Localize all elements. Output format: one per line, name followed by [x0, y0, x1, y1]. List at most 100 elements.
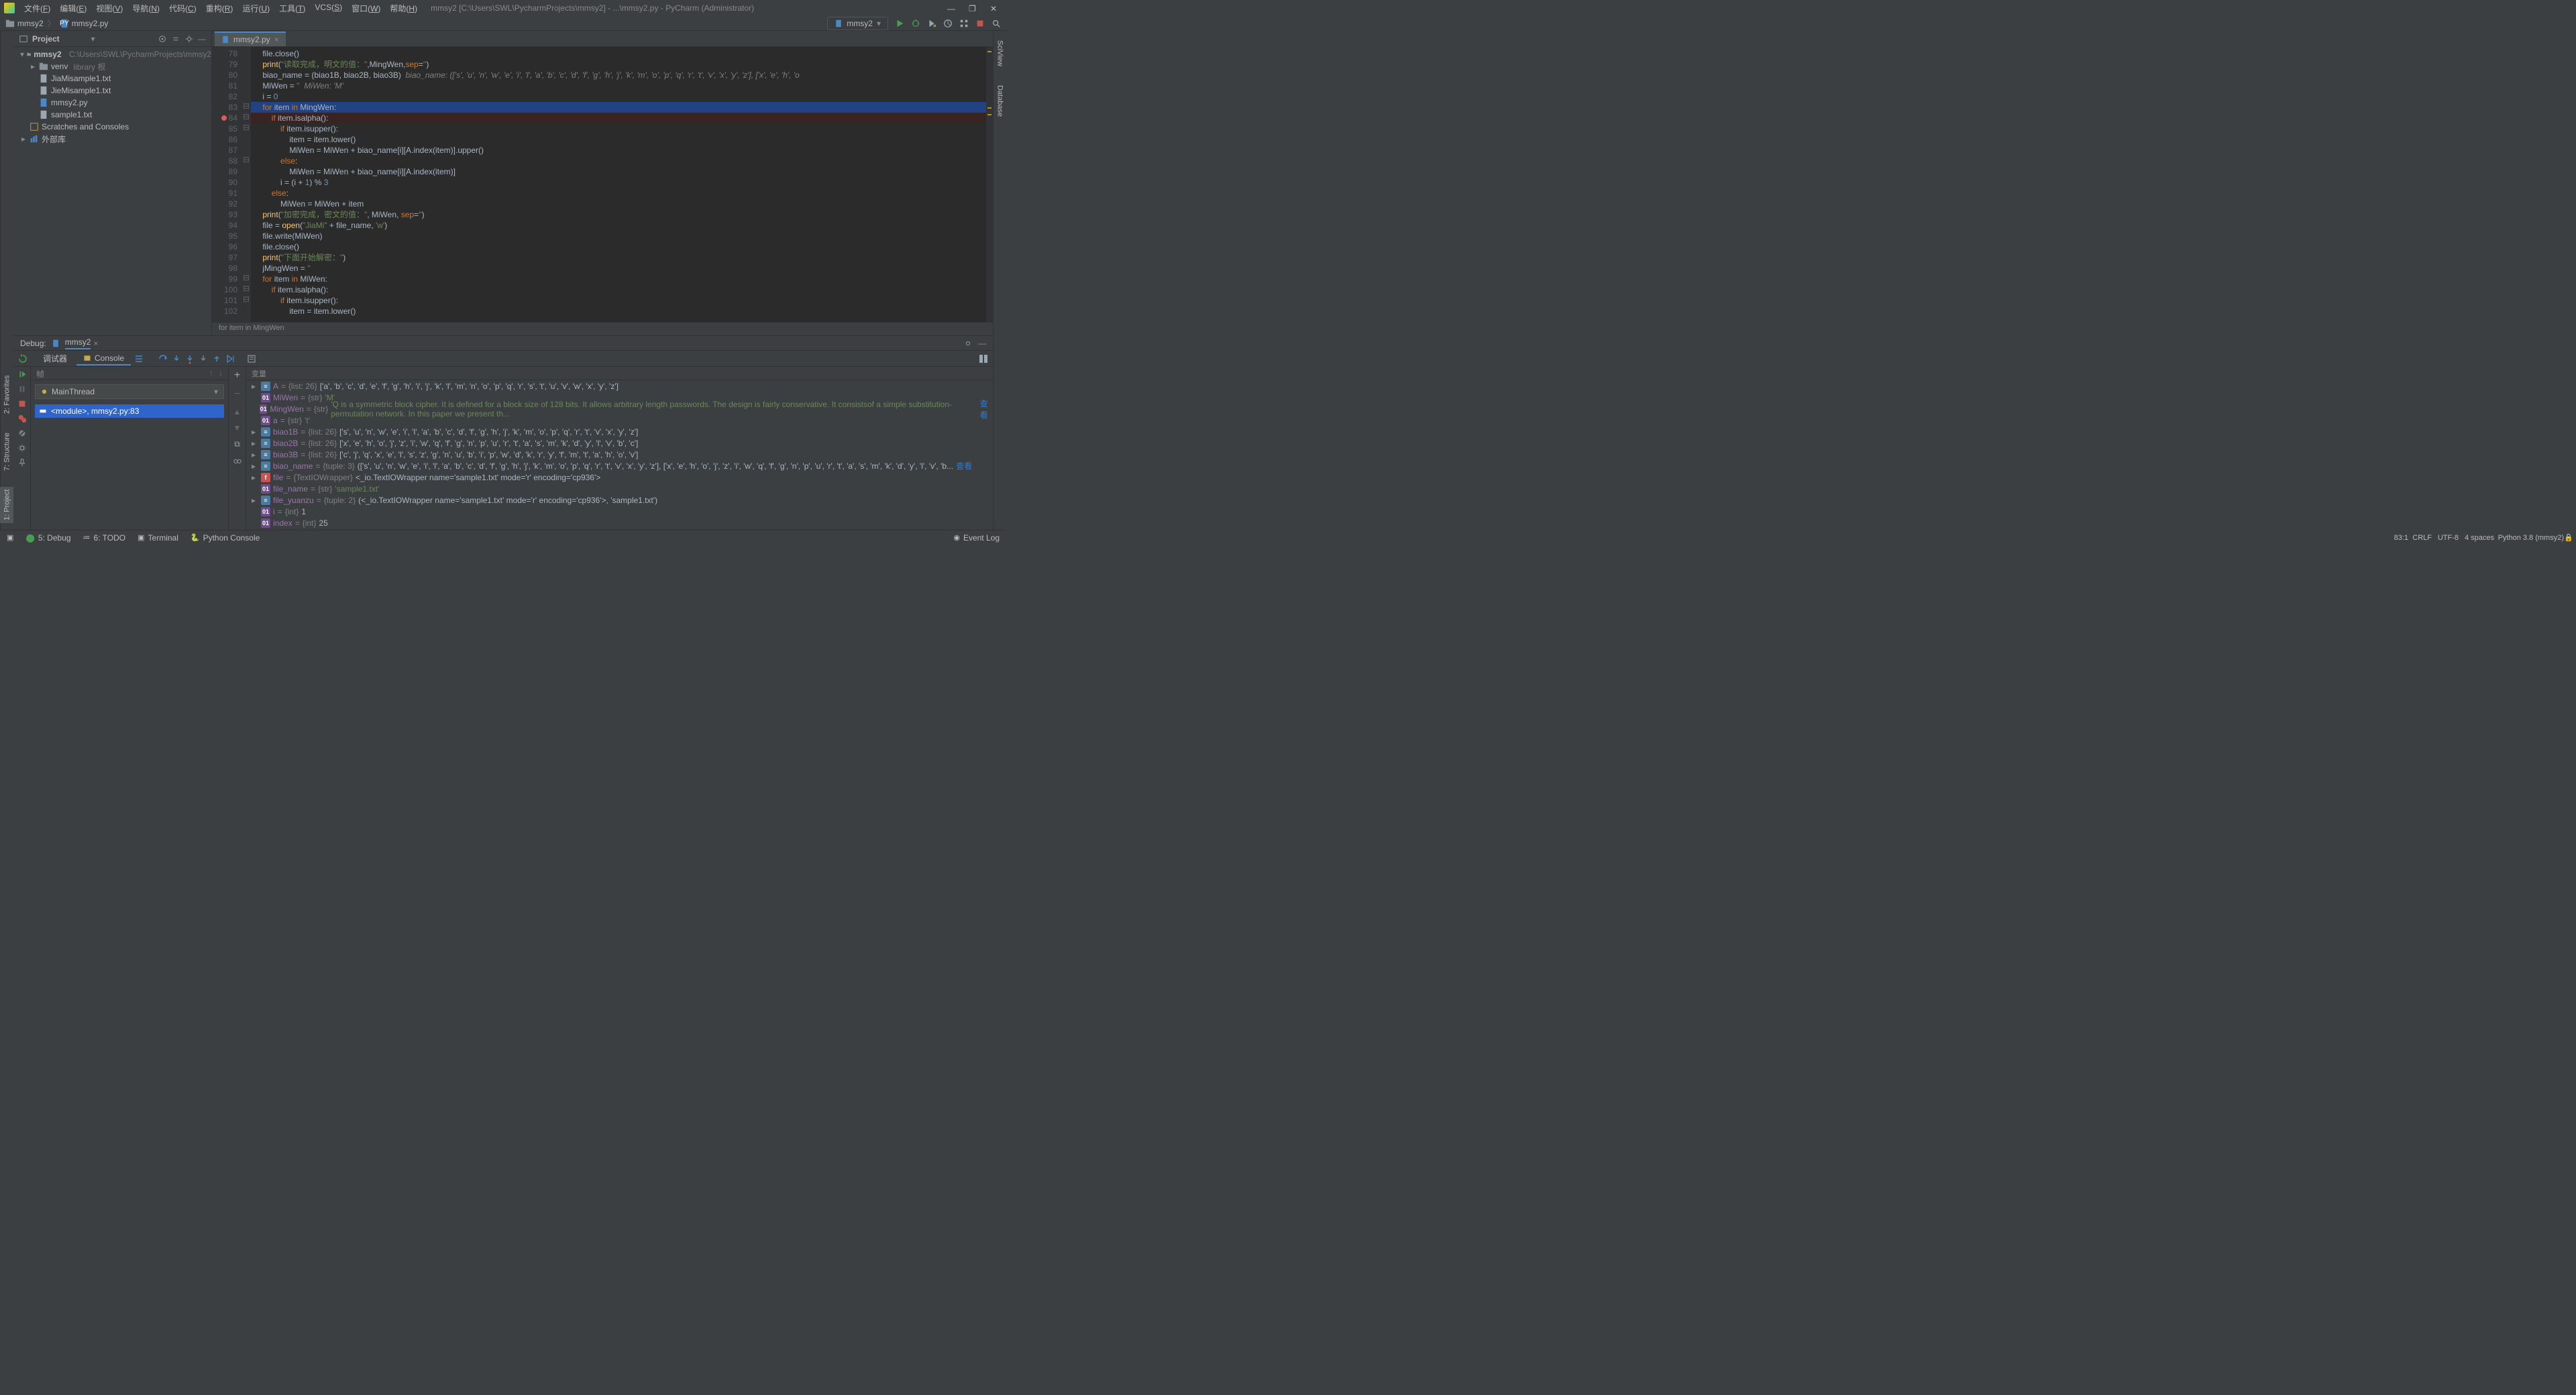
structure-tool-button[interactable]: 7: Structure: [1, 430, 14, 473]
settings-icon[interactable]: [17, 443, 27, 453]
cursor-position[interactable]: 83:1: [2394, 534, 2408, 542]
minimize-button[interactable]: —: [947, 4, 955, 12]
menu-item[interactable]: 重构(R): [202, 1, 237, 15]
add-watch-icon[interactable]: +: [234, 370, 240, 382]
event-log-button[interactable]: ◉ Event Log: [953, 533, 1000, 543]
close-tab-icon[interactable]: ×: [274, 35, 279, 44]
project-tool-button[interactable]: 1: Project: [1, 487, 14, 523]
sciview-tool-button[interactable]: SciView: [994, 38, 1007, 69]
stop-button[interactable]: [975, 19, 985, 28]
step-into-button[interactable]: [171, 353, 182, 364]
variable-row[interactable]: ▸≡ biao_name = {tuple: 3} (['s', 'u', 'n…: [246, 460, 993, 471]
pause-button[interactable]: [17, 384, 27, 394]
target-icon[interactable]: [158, 34, 167, 44]
database-tool-button[interactable]: Database: [994, 82, 1007, 119]
step-into-my-code-button[interactable]: [184, 353, 195, 364]
variable-row[interactable]: ▸≡ file_yuanzu = {tuple: 2} (<_io.TextIO…: [246, 494, 993, 506]
threads-icon[interactable]: [133, 353, 144, 364]
breadcrumb-file[interactable]: PY mmsy2.py: [60, 19, 109, 28]
todo-tool-button[interactable]: ≔ 6: TODO: [83, 533, 126, 543]
hide-button[interactable]: —: [198, 34, 206, 44]
thread-selector[interactable]: MainThread ▾: [35, 384, 224, 399]
python-console-tool-button[interactable]: 🐍 Python Console: [191, 533, 260, 543]
variable-row[interactable]: 01 i = {int} 1: [246, 506, 993, 517]
collapse-icon[interactable]: [171, 34, 180, 44]
tree-row[interactable]: mmsy2.py: [13, 97, 211, 109]
resume-button[interactable]: [17, 370, 27, 379]
error-stripe[interactable]: [986, 47, 993, 322]
view-breakpoints-button[interactable]: [17, 414, 27, 423]
hide-button[interactable]: —: [978, 339, 986, 348]
profile-button[interactable]: [943, 19, 953, 28]
close-button[interactable]: ✕: [990, 4, 998, 12]
debug-tool-button[interactable]: ⬤ 5: Debug: [25, 533, 70, 543]
variable-row[interactable]: 01 file_name = {str} 'sample1.txt': [246, 483, 993, 494]
variable-row[interactable]: 01 item = {str} 'q': [246, 528, 993, 530]
encoding[interactable]: UTF-8: [2438, 534, 2459, 542]
menu-item[interactable]: 工具(T): [275, 1, 309, 15]
editor-breadcrumb[interactable]: for item in MingWen: [212, 322, 993, 335]
layout-settings-icon[interactable]: [978, 353, 989, 364]
gear-icon[interactable]: [963, 339, 973, 348]
tree-row[interactable]: ▸venvlibrary 根: [13, 60, 211, 72]
variable-row[interactable]: 01 index = {int} 25: [246, 517, 993, 528]
mute-breakpoints-button[interactable]: [17, 429, 27, 438]
copy-icon[interactable]: ⧉: [234, 439, 240, 449]
force-step-into-button[interactable]: [198, 353, 209, 364]
step-over-button[interactable]: [158, 353, 168, 364]
tree-row[interactable]: Scratches and Consoles: [13, 121, 211, 133]
tree-row[interactable]: sample1.txt: [13, 109, 211, 121]
tree-row[interactable]: ▸外部库: [13, 133, 211, 145]
stack-frame[interactable]: <module>, mmsy2.py:83: [35, 404, 224, 418]
concurrency-button[interactable]: [959, 19, 969, 28]
variable-row[interactable]: ▸≡ biao1B = {list: 26} ['s', 'u', 'n', '…: [246, 426, 993, 437]
menu-item[interactable]: VCS(S): [311, 1, 346, 15]
variable-row[interactable]: ▸f file = {TextIOWrapper} <_io.TextIOWra…: [246, 471, 993, 483]
variable-row[interactable]: ▸≡ biao2B = {list: 26} ['x', 'e', 'h', '…: [246, 437, 993, 449]
debugger-tab[interactable]: 调试器: [36, 351, 74, 366]
stop-button[interactable]: [17, 399, 27, 408]
menu-item[interactable]: 视图(V): [92, 1, 127, 15]
favorites-tool-button[interactable]: 2: Favorites: [1, 372, 14, 416]
editor-tab-mmsy2[interactable]: mmsy2.py ×: [215, 32, 286, 46]
up-icon[interactable]: ▲: [233, 407, 241, 416]
variable-row[interactable]: 01 MingWen = {str} 'Q is a symmetric blo…: [246, 403, 993, 414]
menu-item[interactable]: 代码(C): [165, 1, 201, 15]
variable-row[interactable]: ▸≡ biao3B = {list: 26} ['c', 'j', 'q', '…: [246, 449, 993, 460]
next-frame-icon[interactable]: ↓: [219, 368, 223, 378]
project-tree[interactable]: ▾mmsy2 C:\Users\SWL\PycharmProjects\mmsy…: [13, 47, 211, 335]
console-tab[interactable]: Console: [76, 352, 131, 366]
search-everywhere-button[interactable]: [991, 19, 1001, 28]
variables-pane[interactable]: 变量 ▸≡ A = {list: 26} ['a', 'b', 'c', 'd'…: [246, 367, 993, 530]
debug-button[interactable]: [911, 19, 920, 28]
menu-item[interactable]: 编辑(E): [56, 1, 91, 15]
down-icon[interactable]: ▼: [233, 423, 241, 433]
menu-item[interactable]: 帮助(H): [386, 1, 421, 15]
run-to-cursor-button[interactable]: [225, 353, 235, 364]
terminal-tool-button[interactable]: ▣ Terminal: [138, 533, 178, 543]
run-config-selector[interactable]: mmsy2 ▾: [827, 17, 888, 30]
close-icon[interactable]: ×: [93, 339, 98, 348]
step-out-button[interactable]: [211, 353, 222, 364]
run-with-coverage-button[interactable]: [927, 19, 936, 28]
pin-icon[interactable]: [17, 458, 27, 467]
lock-icon[interactable]: 🔒: [2564, 533, 2573, 542]
tree-row[interactable]: JieMisample1.txt: [13, 85, 211, 97]
menu-item[interactable]: 运行(U): [238, 1, 274, 15]
editor-viewport[interactable]: 7879808182838485868788899091929394959697…: [212, 47, 993, 322]
menu-item[interactable]: 窗口(W): [347, 1, 384, 15]
indent[interactable]: 4 spaces: [2465, 534, 2494, 542]
breadcrumb-project[interactable]: mmsy2: [5, 19, 44, 28]
gear-icon[interactable]: [184, 34, 194, 44]
rerun-button[interactable]: [17, 353, 28, 364]
tree-row[interactable]: ▾mmsy2 C:\Users\SWL\PycharmProjects\mmsy…: [13, 48, 211, 60]
chevron-down-icon[interactable]: ▾: [91, 34, 95, 44]
code-content[interactable]: file.close() print("读取完成，明文的值：",MingWen,…: [251, 47, 993, 322]
fold-gutter[interactable]: ⊟⊟⊟⊟⊟⊟⊟: [243, 47, 251, 322]
remove-watch-icon[interactable]: −: [234, 388, 240, 400]
debug-config-name[interactable]: mmsy2: [65, 337, 91, 349]
run-button[interactable]: [895, 19, 904, 28]
evaluate-button[interactable]: =: [246, 353, 257, 364]
tree-row[interactable]: JiaMisample1.txt: [13, 72, 211, 85]
variable-row[interactable]: ▸≡ A = {list: 26} ['a', 'b', 'c', 'd', '…: [246, 380, 993, 392]
